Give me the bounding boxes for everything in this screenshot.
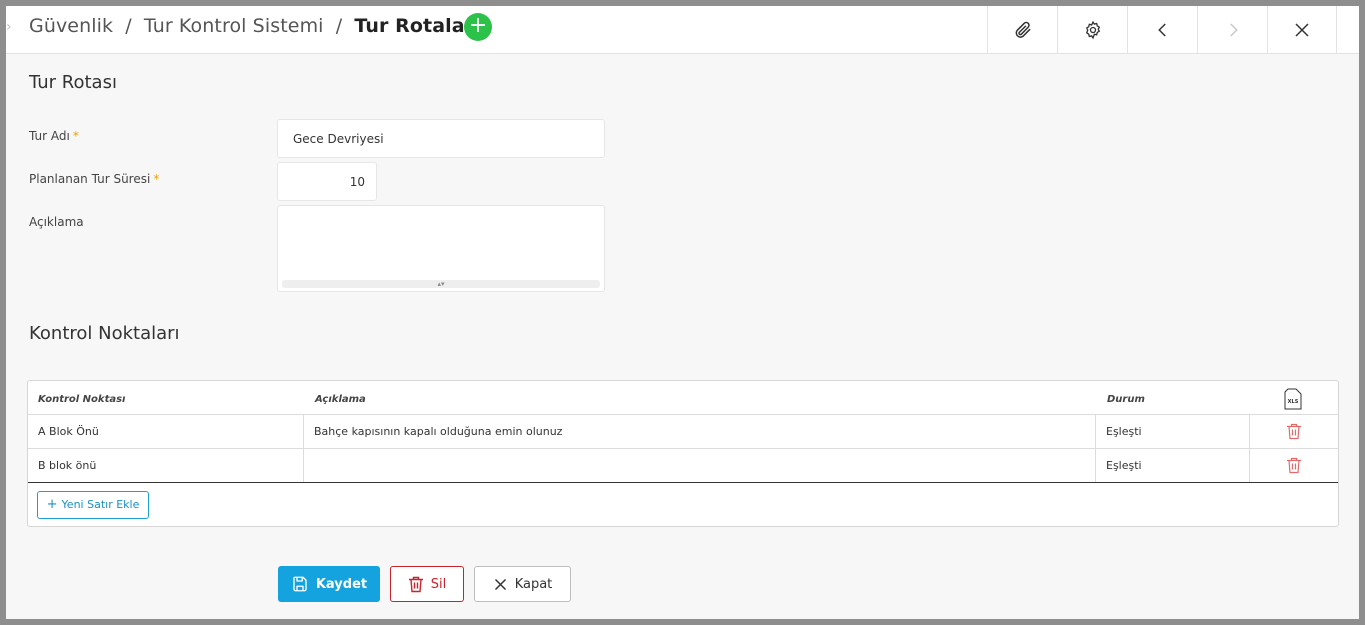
column-divider [303,415,304,448]
duration-label-text: Planlanan Tur Süresi [29,172,151,186]
tour-route-window: › Güvenlik / Tur Kontrol Sistemi / Tur R… [6,6,1359,619]
trash-icon[interactable] [1286,423,1302,440]
column-divider [1095,449,1096,482]
close-window-button[interactable] [1267,6,1337,54]
breadcrumb: Güvenlik / Tur Kontrol Sistemi / Tur Rot… [29,6,481,46]
duration-input[interactable]: 10 [277,162,377,201]
status-cell: Eşleşti [1106,459,1142,472]
breadcrumb-security[interactable]: Güvenlik [29,15,113,37]
tour-name-label-text: Tur Adı [29,129,70,143]
page-title: Tur Rotaları [354,15,481,37]
column-header-status[interactable]: Durum [1107,381,1145,415]
delete-label: Sil [430,576,447,592]
column-header-checkpoint[interactable]: Kontrol Noktası [38,381,125,415]
close-label: Kapat [514,576,553,592]
add-new-button[interactable]: + [464,13,492,41]
next-button[interactable] [1197,6,1267,54]
xls-export-icon[interactable]: XLS [1284,388,1302,410]
breadcrumb-separator: / [335,15,343,37]
checkpoint-cell[interactable]: A Blok Önü [38,415,99,448]
tour-name-input[interactable]: Gece Devriyesi [277,119,605,158]
column-divider [1095,415,1096,448]
duration-label: Planlanan Tur Süresi * [29,172,159,186]
breadcrumb-separator: / [125,15,132,37]
close-icon [494,578,506,590]
chevron-left-icon [1157,23,1166,37]
attachment-button[interactable] [987,6,1057,54]
checkpoints-table: Kontrol Noktası Açıklama Durum XLS A Blo… [27,380,1339,527]
expand-chevron-icon[interactable]: › [6,19,12,35]
save-icon [293,576,307,592]
description-cell[interactable]: Bahçe kapısının kapalı olduğuna emin olu… [314,415,562,448]
plus-icon: + [46,497,58,512]
required-mark: * [72,129,79,143]
gear-icon [1085,20,1100,40]
checkpoints-section-title: Kontrol Noktaları [29,323,180,344]
table-header: Kontrol Noktası Açıklama Durum XLS [28,381,1338,415]
breadcrumb-tour-control[interactable]: Tur Kontrol Sistemi [144,15,324,37]
chevron-right-icon [1229,23,1238,37]
column-divider [303,449,304,482]
close-button[interactable]: Kapat [474,566,571,602]
column-divider [1249,449,1250,482]
close-icon [1295,23,1309,37]
description-label: Açıklama [29,215,84,229]
save-label: Kaydet [315,576,368,592]
previous-button[interactable] [1127,6,1197,54]
save-button[interactable]: Kaydet [278,566,380,602]
column-divider [1249,415,1250,448]
add-row-label: Yeni Satır Ekle [61,498,140,511]
resize-handle-icon[interactable]: ▴▾ [282,280,600,288]
trash-icon [408,576,423,592]
xls-export-label: XLS [1288,399,1299,405]
settings-button[interactable] [1057,6,1127,54]
table-row[interactable]: A Blok Önü Bahçe kapısının kapalı olduğu… [28,415,1338,449]
column-header-description[interactable]: Açıklama [315,381,366,415]
add-row-button[interactable]: + Yeni Satır Ekle [37,491,149,519]
tour-name-label: Tur Adı * [29,129,79,143]
checkpoint-cell[interactable]: B blok önü [38,449,96,482]
top-bar: › Güvenlik / Tur Kontrol Sistemi / Tur R… [6,6,1359,54]
paperclip-icon [1015,21,1030,38]
required-mark: * [153,172,160,186]
form-section-title: Tur Rotası [29,72,117,93]
delete-button[interactable]: Sil [390,566,464,602]
trash-icon[interactable] [1286,457,1302,474]
table-row[interactable]: B blok önü Eşleşti [28,449,1338,483]
status-cell: Eşleşti [1106,425,1142,438]
description-textarea[interactable]: ▴▾ [277,205,605,292]
